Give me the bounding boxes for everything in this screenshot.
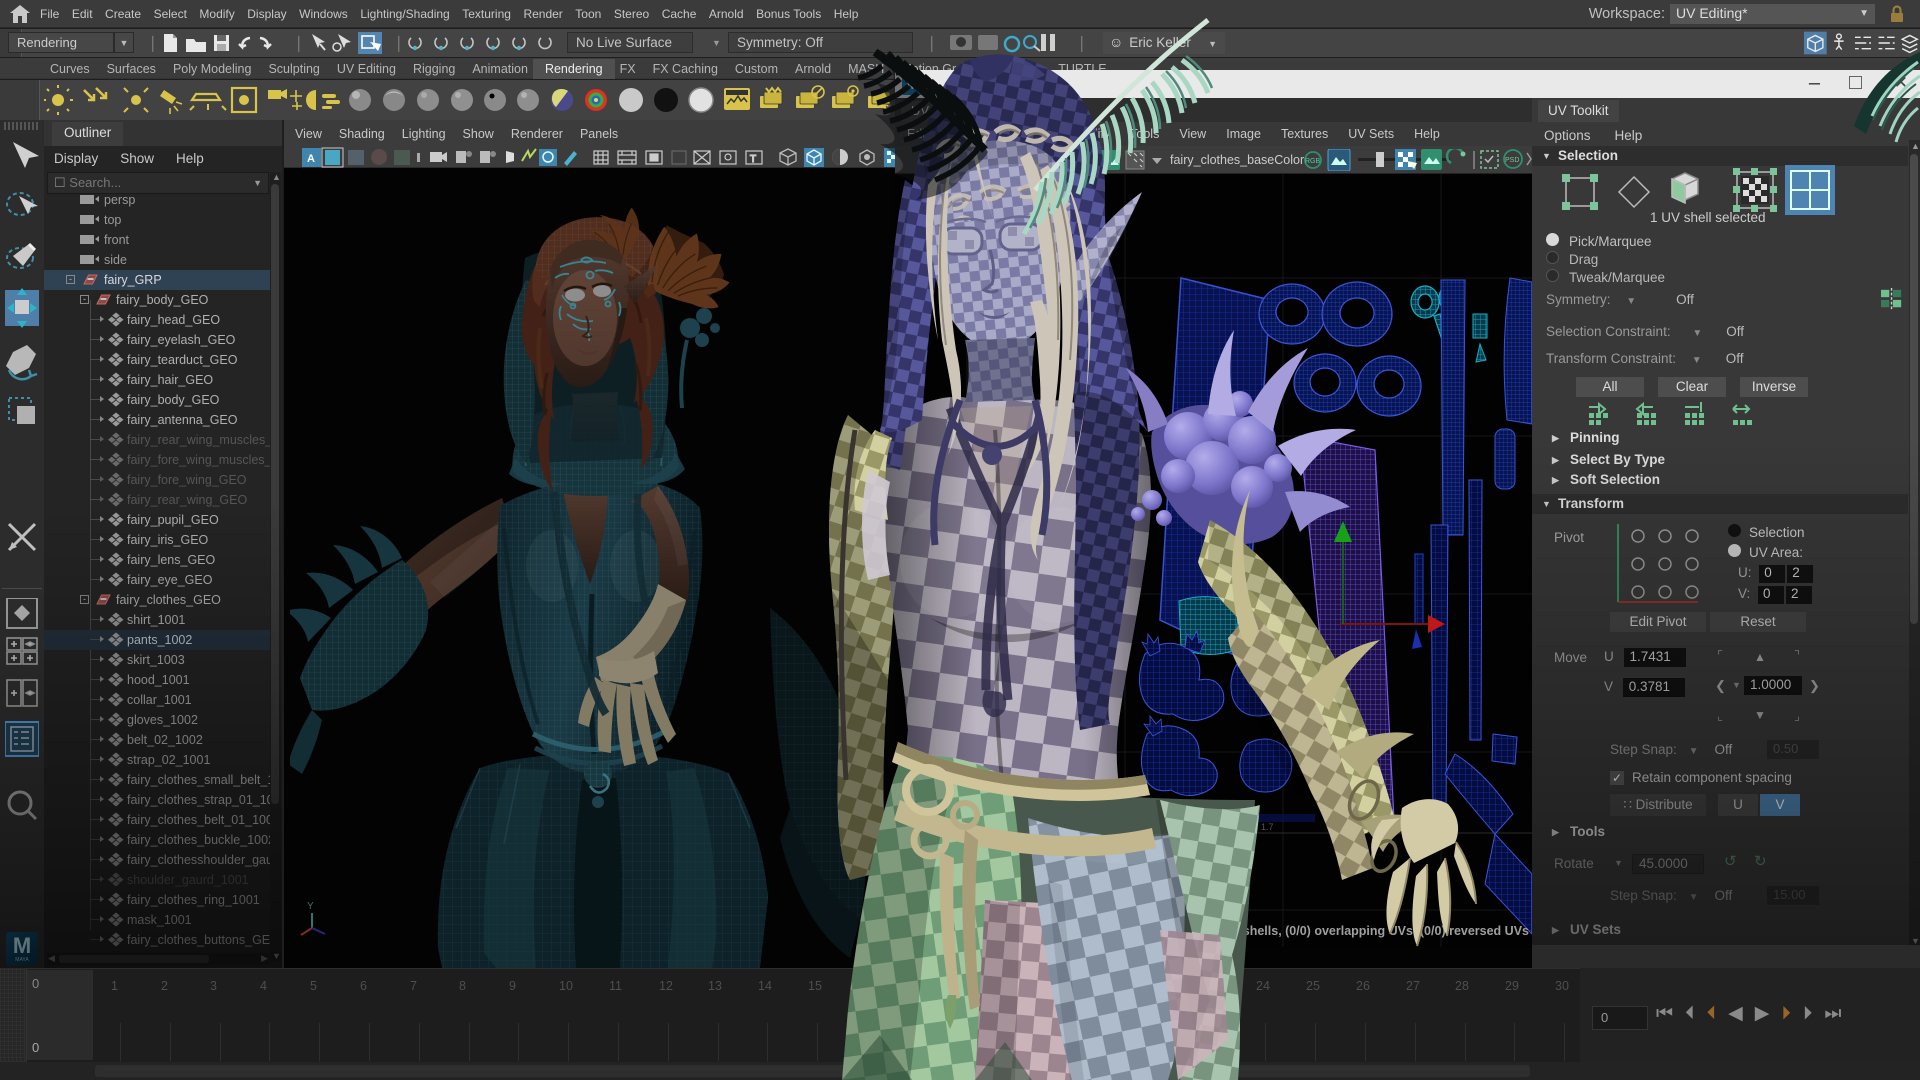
svg-text:T: T xyxy=(750,154,756,165)
svg-text:Y: Y xyxy=(307,901,314,912)
svg-text:A: A xyxy=(307,153,315,165)
